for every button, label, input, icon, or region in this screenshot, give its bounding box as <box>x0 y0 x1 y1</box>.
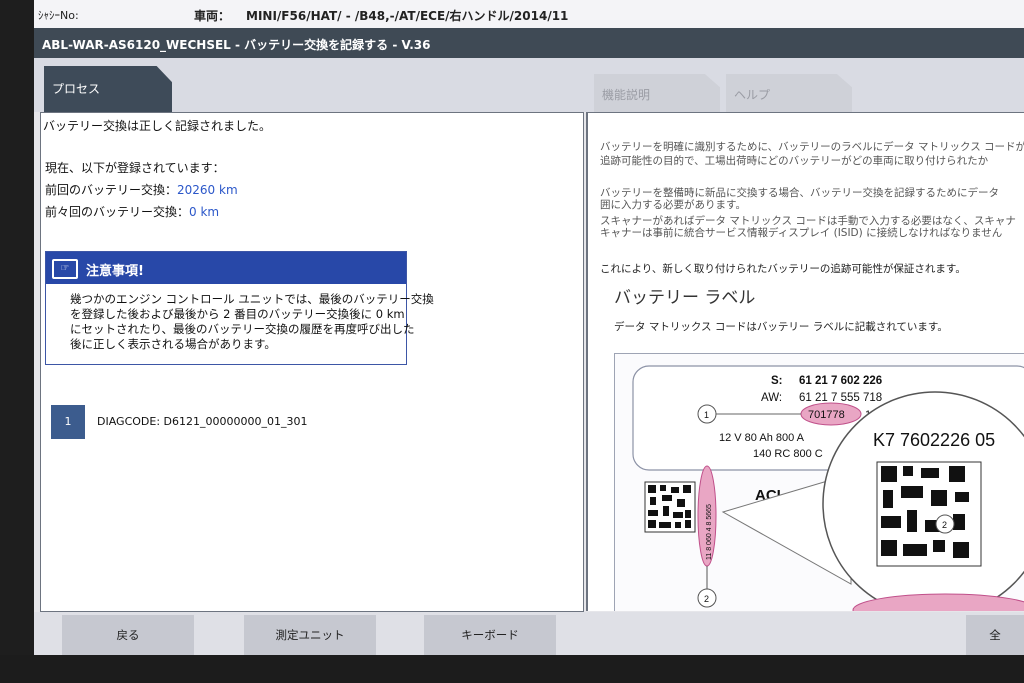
step-number-badge[interactable]: 1 <box>51 405 85 439</box>
info-paragraph-line: これにより、新しく取り付けられたバッテリーの追跡可能性が保証されます。 <box>600 263 966 275</box>
prev-battery-value: 20260 km <box>177 183 238 197</box>
info-paragraph-line: キャナーは事前に統合サービス情報ディスプレイ (ISID) に接続しなければなり… <box>600 227 1003 239</box>
window-title-bar: ABL-WAR-AS6120_WECHSEL - バッテリー交換を記録する - … <box>34 28 1024 58</box>
vehicle-value: MINI/F56/HAT/ - /B48,-/AT/ECE/右ハンドル/2014… <box>246 9 569 23</box>
diag-code-text: DIAGCODE: D6121_00000000_01_301 <box>97 415 308 428</box>
bottom-toolbar: 戻る 測定ユニット キーボード 全 <box>34 612 1024 656</box>
tab-process[interactable]: プロセス <box>44 66 172 112</box>
label-highlight-code: 701778 <box>808 409 845 421</box>
prev-battery-row: 前回のバッテリー交換：20260 km <box>45 181 238 198</box>
vehicle-label: 車両： <box>194 9 231 23</box>
prev2-battery-label: 前々回のバッテリー交換： <box>45 205 190 219</box>
battery-label-heading: バッテリー ラベル <box>614 288 756 308</box>
screen: ｼｬｼｰNo: 車両： MINI/F56/HAT/ - /B48,-/AT/EC… <box>34 0 1024 656</box>
label-s-key: S: <box>771 375 783 387</box>
notice-line: を登録した後および最後から 2 番目のバッテリー交換後に 0 km <box>70 307 405 321</box>
marker-1: 1 <box>704 410 709 420</box>
tab-row: プロセス 機能説明 ヘルプ <box>34 58 1024 112</box>
success-message: バッテリー交換は正しく記録されました。 <box>43 119 272 133</box>
keyboard-button[interactable]: キーボード <box>424 615 556 655</box>
label-spec-line-2: 140 RC 800 C <box>753 448 823 460</box>
info-paragraph-line: 囲に入力する必要があります。 <box>600 199 746 211</box>
chassis-label: ｼｬｼｰNo: <box>38 9 79 22</box>
notice-title: 注意事項! <box>86 264 144 279</box>
prev-battery-label: 前回のバッテリー交換： <box>45 183 178 197</box>
info-paragraph-line: バッテリーを明確に識別するために、バッテリーのラベルにデータ マトリックス コー… <box>600 141 1024 153</box>
tab-process-label: プロセス <box>52 82 101 96</box>
monitor-bezel-left <box>0 0 34 683</box>
marker-2-zoom: 2 <box>942 520 947 530</box>
prev2-battery-value: 0 km <box>189 205 220 219</box>
measure-unit-button[interactable]: 測定ユニット <box>244 615 376 655</box>
tab-help[interactable]: ヘルプ <box>726 74 852 112</box>
tab-function-label: 機能説明 <box>602 88 651 102</box>
all-button[interactable]: 全 <box>966 615 1024 655</box>
registered-heading: 現在、以下が登録されています： <box>45 161 225 175</box>
small-matrix-code <box>644 481 696 533</box>
notice-line: にセットされたり、最後のバッテリー交換の履歴を再度呼び出した <box>70 322 415 336</box>
back-button[interactable]: 戻る <box>62 615 194 655</box>
tab-help-label: ヘルプ <box>734 88 771 102</box>
window-title: ABL-WAR-AS6120_WECHSEL - バッテリー交換を記録する - … <box>42 38 431 52</box>
process-pane: バッテリー交換は正しく記録されました。 現在、以下が登録されています： 前回のバ… <box>40 112 584 612</box>
label-spec-line-1: 12 V 80 Ah 800 A <box>719 432 805 444</box>
notice-header: ☞ 注意事項! <box>46 252 406 284</box>
notepad-icon: ☞ <box>52 259 78 279</box>
vehicle-info-bar: ｼｬｼｰNo: 車両： MINI/F56/HAT/ - /B48,-/AT/EC… <box>34 0 1024 28</box>
battery-label-caption: データ マトリックス コードはバッテリー ラベルに記載されています。 <box>614 321 948 333</box>
vertical-serial-code: 11 8 060 4 8 5665 <box>706 504 713 560</box>
zoomed-matrix-code <box>876 461 982 567</box>
label-aw-value: 61 21 7 555 718 <box>799 392 882 404</box>
notice-body: 幾つかのエンジン コントロール ユニットでは、最後のバッテリー交換 を登録した後… <box>70 292 434 352</box>
notice-box: ☞ 注意事項! 幾つかのエンジン コントロール ユニットでは、最後のバッテリー交… <box>45 251 434 365</box>
notice-line: 幾つかのエンジン コントロール ユニットでは、最後のバッテリー交換 <box>70 292 434 306</box>
label-s-value: 61 21 7 602 226 <box>799 375 882 387</box>
marker-2: 2 <box>704 594 709 604</box>
battery-label-illustration: S: 61 21 7 602 226 AW: 61 21 7 555 718 7… <box>632 365 1024 611</box>
info-paragraph-line: 追跡可能性の目的で、工場出荷時にどのバッテリーがどの車両に取り付けられたか <box>600 155 989 167</box>
prev2-battery-row: 前々回のバッテリー交換：0 km <box>45 203 219 220</box>
tab-function[interactable]: 機能説明 <box>594 74 720 112</box>
zoomed-code-text: K7 7602226 05 <box>873 430 995 450</box>
info-pane: バッテリーを明確に識別するために、バッテリーのラベルにデータ マトリックス コー… <box>586 112 1024 611</box>
label-aw-key: AW: <box>761 392 782 404</box>
battery-label-figure: S: 61 21 7 602 226 AW: 61 21 7 555 718 7… <box>614 353 1024 611</box>
notice-line: 後に正しく表示される場合があります。 <box>70 337 276 351</box>
monitor-bezel-bottom <box>0 655 1024 683</box>
